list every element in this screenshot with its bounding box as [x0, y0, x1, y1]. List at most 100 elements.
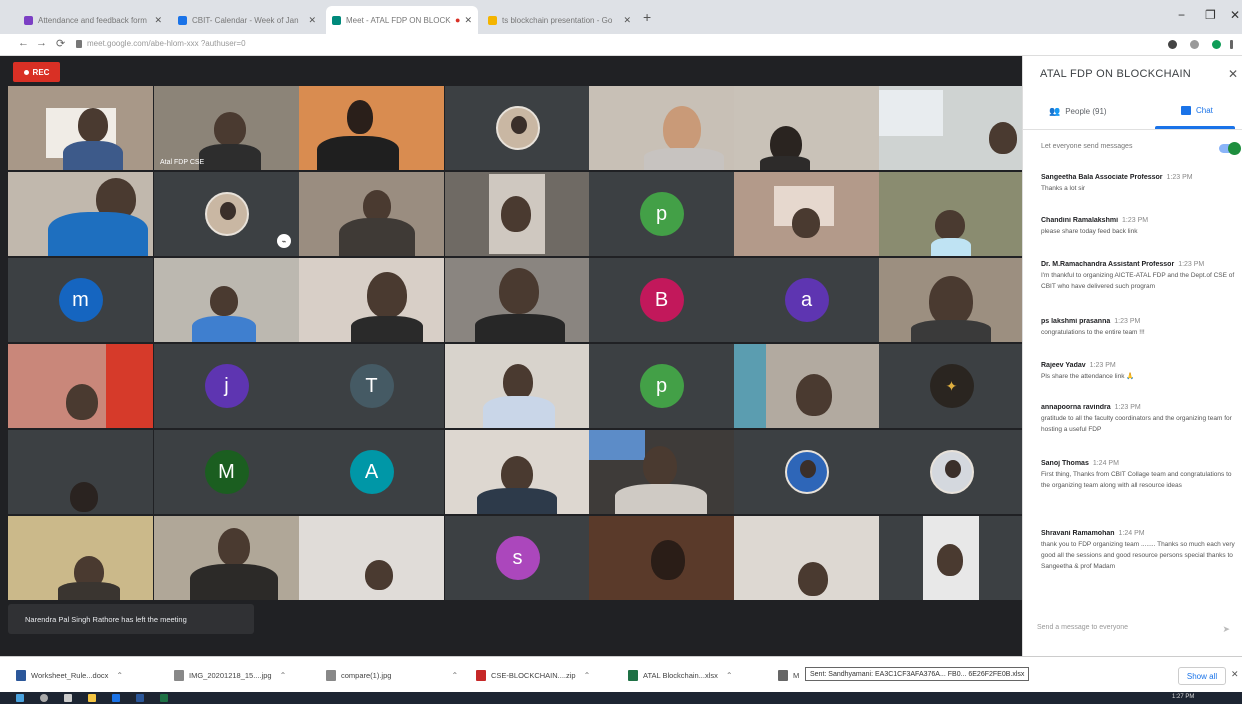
participant-tile[interactable]: M	[154, 430, 299, 514]
participant-tile[interactable]	[8, 86, 153, 170]
download-name: M	[793, 670, 800, 680]
participant-tile[interactable]	[734, 344, 879, 428]
message-text: gratitude to all the faculty coordinator…	[1041, 415, 1232, 433]
participant-tile[interactable]: a	[734, 258, 879, 342]
participant-tile[interactable]	[445, 430, 590, 514]
chat-message: Chandini Ramalakshmi 1:23 PM please share…	[1041, 217, 1237, 237]
menu-icon[interactable]	[1230, 40, 1233, 49]
participant-tile[interactable]	[445, 86, 590, 170]
close-tab-icon[interactable]: ✕	[464, 15, 472, 26]
close-tab-icon[interactable]: ✕	[308, 15, 316, 26]
participant-tile[interactable]	[154, 516, 299, 600]
avatar-letter: j	[204, 364, 249, 408]
participant-tile[interactable]	[589, 430, 734, 514]
participant-tile[interactable]: A	[299, 430, 444, 514]
close-panel-button[interactable]: ✕	[1228, 67, 1238, 81]
close-window-icon[interactable]: ✕	[1230, 8, 1240, 22]
message-time: 1:24 PM	[1118, 530, 1145, 537]
participant-tile[interactable]	[589, 516, 734, 600]
download-item[interactable]: Worksheet_Rule...docx ⌃	[16, 666, 123, 684]
participant-tile[interactable]	[445, 258, 590, 342]
chrome-icon[interactable]	[112, 694, 120, 702]
participant-tile[interactable]: B	[589, 258, 734, 342]
participant-tile[interactable]	[299, 172, 444, 256]
participant-tile[interactable]	[589, 86, 734, 170]
participant-tile[interactable]: p	[589, 344, 734, 428]
download-item[interactable]: IMG_20201218_15....jpg ⌃	[174, 666, 286, 684]
calendar-icon	[178, 15, 187, 25]
send-icon[interactable]: ➤	[1222, 624, 1230, 635]
participant-tile[interactable]	[445, 344, 590, 428]
word-icon[interactable]	[136, 694, 144, 702]
camera-icon[interactable]	[1168, 40, 1177, 49]
file-explorer-icon[interactable]	[88, 694, 96, 702]
close-downloads-button[interactable]: ✕	[1231, 669, 1239, 680]
participant-tile[interactable]	[299, 86, 444, 170]
participant-tile[interactable]	[8, 516, 153, 600]
participant-tile[interactable]: s	[445, 516, 590, 600]
participant-tile[interactable]	[879, 86, 1024, 170]
participant-tile[interactable]	[734, 430, 879, 514]
participant-left-toast: Narendra Pal Singh Rathore has left the …	[8, 604, 254, 634]
start-icon[interactable]	[16, 694, 24, 702]
message-sender: annapoorna ravindra	[1041, 404, 1111, 411]
profile-avatar[interactable]	[1212, 40, 1221, 49]
participant-tile[interactable]	[879, 172, 1024, 256]
tab-title: Meet - ATAL FDP ON BLOCK	[346, 15, 451, 25]
back-button[interactable]: ←	[18, 37, 29, 49]
participant-tile[interactable]	[879, 258, 1024, 342]
participant-tile[interactable]	[8, 172, 153, 256]
download-item[interactable]: ATAL Blockchain...xlsx ⌃	[628, 666, 733, 684]
avatar-letter: A	[349, 450, 394, 494]
chevron-up-icon[interactable]: ⌃	[451, 671, 458, 680]
participant-tile[interactable]: j	[154, 344, 299, 428]
participant-tile[interactable]	[8, 344, 153, 428]
pin-icon[interactable]: ⌁	[277, 234, 291, 248]
tab-chat[interactable]: Chat	[1181, 106, 1213, 115]
minimize-icon[interactable]: −	[1178, 8, 1185, 22]
chat-permission-toggle[interactable]	[1219, 142, 1241, 155]
browser-tab[interactable]: Attendance and feedback form ✕	[18, 6, 168, 34]
participant-tile[interactable]: T	[299, 344, 444, 428]
close-tab-icon[interactable]: ✕	[623, 15, 631, 26]
new-tab-button[interactable]: +	[643, 9, 651, 25]
chevron-up-icon[interactable]: ⌃	[584, 671, 591, 680]
task-view-icon[interactable]	[64, 694, 72, 702]
excel-icon[interactable]	[160, 694, 168, 702]
participant-tile[interactable]	[299, 516, 444, 600]
browser-tab[interactable]: CBIT- Calendar - Week of Jan ✕	[172, 6, 322, 34]
participant-tile[interactable]	[734, 172, 879, 256]
participant-tile[interactable]	[879, 516, 1024, 600]
chevron-up-icon[interactable]: ⌃	[116, 671, 123, 680]
browser-tab[interactable]: ts blockchain presentation - Go ✕	[482, 6, 637, 34]
word-file-icon	[16, 669, 26, 681]
participant-tile[interactable]	[299, 258, 444, 342]
reload-button[interactable]: ⟳	[56, 37, 65, 50]
participant-tile[interactable]	[734, 86, 879, 170]
forward-button[interactable]: →	[36, 37, 47, 49]
browser-tab-active[interactable]: Meet - ATAL FDP ON BLOCK ● ✕	[326, 6, 478, 34]
participant-tile[interactable]: ⌁	[154, 172, 299, 256]
download-item[interactable]: CSE-BLOCKCHAIN....zip ⌃	[476, 666, 590, 684]
search-icon[interactable]	[40, 694, 48, 702]
participant-tile[interactable]: m	[8, 258, 153, 342]
participant-tile[interactable]	[154, 258, 299, 342]
download-item[interactable]: M	[778, 666, 799, 684]
participant-tile[interactable]	[734, 516, 879, 600]
participant-tile[interactable]	[8, 430, 153, 514]
show-all-button[interactable]: Show all	[1178, 667, 1226, 685]
chat-message-input[interactable]: Send a message to everyone	[1037, 624, 1128, 631]
participant-tile[interactable]	[879, 430, 1024, 514]
chevron-up-icon[interactable]: ⌃	[726, 671, 733, 680]
participant-tile[interactable]	[445, 172, 590, 256]
extension-icon[interactable]	[1190, 40, 1199, 49]
participant-tile[interactable]: ✦	[879, 344, 1024, 428]
participant-tile[interactable]: p	[589, 172, 734, 256]
download-item[interactable]: compare(1).jpg ⌃	[326, 666, 458, 684]
tab-people[interactable]: 👥 People (91)	[1049, 106, 1107, 117]
url-input[interactable]: meet.google.com/abe-hlom-xxx ?authuser=0	[87, 39, 246, 48]
participant-tile[interactable]: Atal FDP CSE	[154, 86, 299, 170]
restore-icon[interactable]: ❐	[1205, 8, 1216, 22]
close-tab-icon[interactable]: ✕	[154, 15, 162, 26]
chevron-up-icon[interactable]: ⌃	[280, 671, 287, 680]
